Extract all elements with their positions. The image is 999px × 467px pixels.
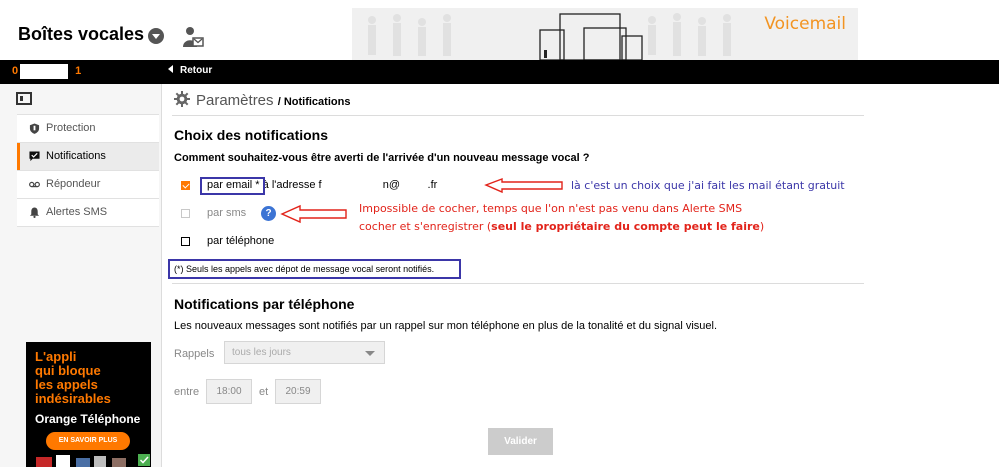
sms-annotation-a: cocher et s'enregistrer ( (359, 220, 492, 233)
sms-annotation-b: seul le propriétaire du compte peut le f… (491, 220, 760, 233)
sms-arrow (280, 204, 347, 224)
sms-annotation-line1: Impossible de cocher, temps que l'on n'e… (359, 202, 743, 215)
annotation-arrows (280, 177, 563, 224)
email-arrow (484, 177, 563, 194)
sms-annotation-line2: cocher et s'enregistrer (seul le proprié… (359, 220, 764, 233)
email-annotation: là c'est un choix que j'ai fait les mail… (571, 179, 845, 192)
sms-annotation-c: ) (759, 220, 765, 233)
